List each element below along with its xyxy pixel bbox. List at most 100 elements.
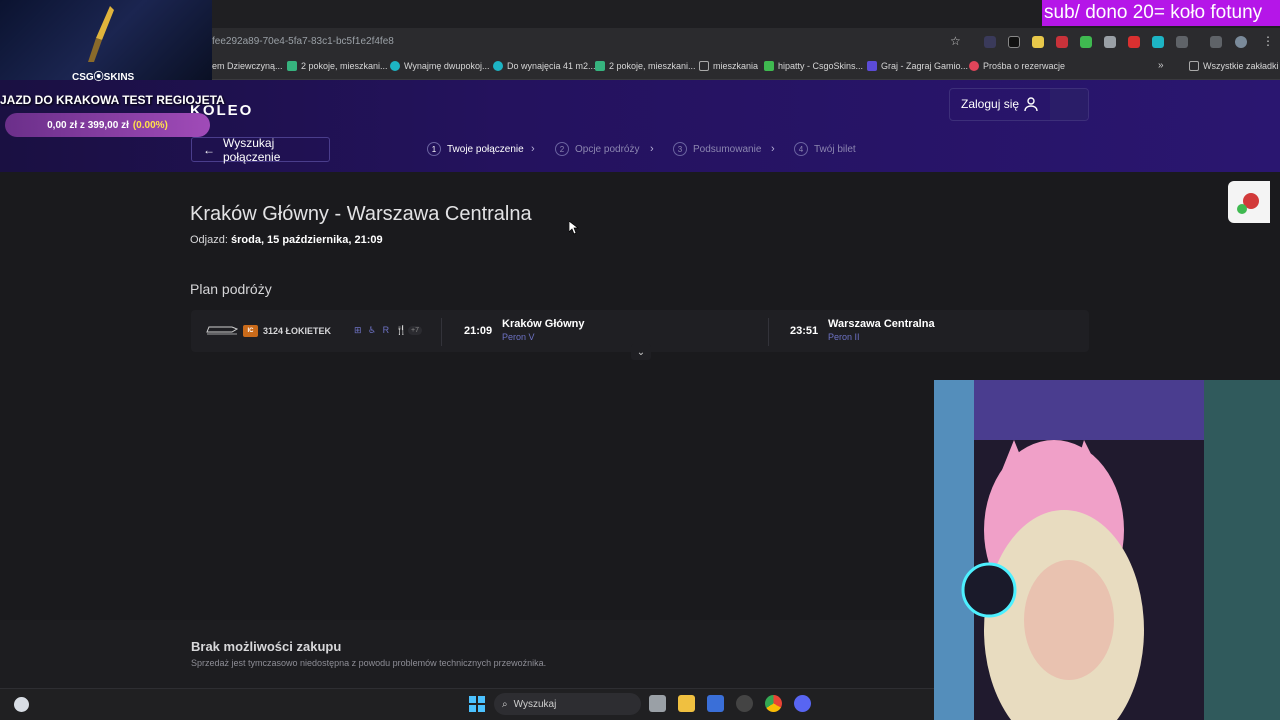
route-title: Kraków Główny - Warszawa Centralna <box>190 203 532 225</box>
extension-icon[interactable] <box>1032 36 1044 48</box>
divider <box>768 318 769 346</box>
mouse-cursor-icon <box>569 221 579 235</box>
gift-icon <box>1237 193 1259 214</box>
taskbar-search-label: Wyszukaj <box>513 698 557 710</box>
shield-icon[interactable] <box>1104 36 1116 48</box>
plan-title: Plan podróży <box>190 281 272 297</box>
user-icon <box>1024 97 1038 112</box>
bookmark-favicon-icon <box>595 61 605 71</box>
bookmark-label: hipatty - CsgoSkins... <box>778 61 864 71</box>
step-label: Twój bilet <box>814 143 856 155</box>
adblock-icon[interactable] <box>1056 36 1068 48</box>
taskbar-search[interactable]: ⌕ Wyszukaj <box>494 693 641 715</box>
step-label: Podsumowanie <box>693 143 762 155</box>
expand-chevron-down-icon[interactable]: ⌄ <box>631 344 651 360</box>
folder-icon <box>699 61 709 71</box>
folder-icon <box>1189 61 1199 71</box>
bookmark-item[interactable]: Prośba o rezerwacje <box>969 61 1065 71</box>
train-name: 3124 ŁOKIETEK <box>263 326 332 336</box>
extension-icon[interactable] <box>1152 36 1164 48</box>
discord-icon[interactable] <box>794 695 811 712</box>
carrier-badge: IC <box>243 325 258 337</box>
departure-info: Odjazd: środa, 15 października, 21:09 <box>190 234 383 246</box>
bookmark-label: em Dziewczyną... <box>212 61 283 71</box>
bookmark-item[interactable]: Graj - Zagraj Gamio... <box>867 61 968 71</box>
bookmark-label: 2 pokoje, mieszkani... <box>609 61 696 71</box>
step-number: 1 <box>427 142 441 156</box>
extension-icon[interactable] <box>1080 36 1092 48</box>
knife-icon <box>88 6 114 62</box>
windows-start-icon[interactable] <box>469 696 485 712</box>
bookmark-label: Wynajmę dwupokoj... <box>404 61 490 71</box>
extension-icon[interactable] <box>1008 36 1020 48</box>
chevron-right-icon[interactable]: » <box>1158 60 1164 71</box>
bookmark-label: Do wynajęcia 41 m2... <box>507 61 596 71</box>
chevron-right-icon: › <box>531 143 535 155</box>
extension-icon[interactable] <box>984 36 996 48</box>
back-to-search-button[interactable]: ← Wyszukaj połączenie <box>191 135 330 164</box>
star-icon[interactable]: ☆ <box>950 34 961 48</box>
arrival-platform: Peron II <box>828 332 860 342</box>
step-label: Opcje podróży <box>575 143 640 155</box>
extension-icon[interactable] <box>1128 36 1140 48</box>
app-icon[interactable] <box>736 695 753 712</box>
bookmark-label: Prośba o rezerwacje <box>983 61 1066 71</box>
step-4: 4 Twój bilet <box>794 142 856 156</box>
chevron-right-icon: › <box>650 143 654 155</box>
step-2: 2 Opcje podróży <box>555 142 639 156</box>
donation-goal-bar: 0,00 zł z 399,00 zł (0.00%) <box>5 113 210 137</box>
departure-station: Kraków Główny <box>502 318 585 330</box>
step-number: 4 <box>794 142 808 156</box>
step-label: Twoje połączenie <box>447 143 524 155</box>
url-text[interactable]: fee292a89-70e4-5fa7-83c1-bc5f1e2f4fe8 <box>212 36 394 47</box>
donation-goal-title: JAZD DO KRAKOWA TEST REGIOJETA <box>0 93 225 107</box>
bookmark-favicon-icon <box>867 61 877 71</box>
bookmark-label: mieszkania <box>713 61 759 71</box>
menu-button[interactable] <box>1050 89 1088 120</box>
bookmark-favicon-icon <box>287 61 297 71</box>
bookmark-item[interactable]: Do wynajęcia 41 m2... <box>493 61 596 71</box>
webcam-streamer-image <box>934 380 1280 720</box>
train-icon <box>206 326 238 335</box>
bookmark-favicon-icon <box>390 61 400 71</box>
side-widget-button[interactable] <box>1228 181 1270 223</box>
arrow-left-icon: ← <box>203 142 215 157</box>
file-explorer-icon[interactable] <box>678 695 695 712</box>
arrival-time: 23:51 <box>790 325 819 337</box>
back-button-label: Wyszukaj połączenie <box>223 135 281 164</box>
bookmark-item[interactable]: hipatty - CsgoSkins... <box>764 61 863 71</box>
bookmark-item[interactable]: 2 pokoje, mieszkani... <box>595 61 696 71</box>
bookmark-label: 2 pokoje, mieszkani... <box>301 61 388 71</box>
bookmark-folder[interactable]: mieszkania <box>699 61 758 71</box>
task-view-icon[interactable] <box>649 695 666 712</box>
all-bookmarks-folder[interactable]: Wszystkie zakładki <box>1189 61 1279 71</box>
avatar[interactable] <box>1235 36 1247 48</box>
all-bookmarks-label: Wszystkie zakładki <box>1203 61 1279 71</box>
menu-icon[interactable]: ⋮ <box>1262 34 1274 48</box>
amenities-more-badge[interactable]: +7 <box>408 326 422 335</box>
departure-value: środa, 15 października, 21:09 <box>230 234 383 246</box>
step-1: 1 Twoje połączenie <box>427 142 524 156</box>
bookmark-item[interactable]: Wynajmę dwupokoj... <box>390 61 489 71</box>
chevron-right-icon: › <box>771 143 775 155</box>
widgets-icon[interactable] <box>14 697 29 712</box>
step-3: 3 Podsumowanie <box>673 142 761 156</box>
store-icon[interactable] <box>707 695 724 712</box>
playlist-icon[interactable] <box>1210 36 1222 48</box>
step-number: 2 <box>555 142 569 156</box>
step-number: 3 <box>673 142 687 156</box>
departure-platform: Peron V <box>502 332 535 342</box>
departure-time: 21:09 <box>464 325 493 337</box>
webcam-overlay <box>934 380 1280 720</box>
notice-title: Brak możliwości zakupu <box>191 639 342 654</box>
chrome-icon[interactable] <box>765 695 782 712</box>
bookmark-label: Graj - Zagraj Gamio... <box>881 61 969 71</box>
bookmark-favicon-icon <box>493 61 503 71</box>
bookmark-favicon-icon <box>969 61 979 71</box>
puzzle-icon[interactable] <box>1176 36 1188 48</box>
bookmark-item[interactable]: em Dziewczyną... <box>212 61 283 71</box>
search-icon: ⌕ <box>502 698 508 710</box>
bookmark-item[interactable]: 2 pokoje, mieszkani... <box>287 61 388 71</box>
login-label: Zaloguj się <box>961 97 1020 111</box>
csgoskins-label: CSG⦿SKINS <box>72 72 135 83</box>
